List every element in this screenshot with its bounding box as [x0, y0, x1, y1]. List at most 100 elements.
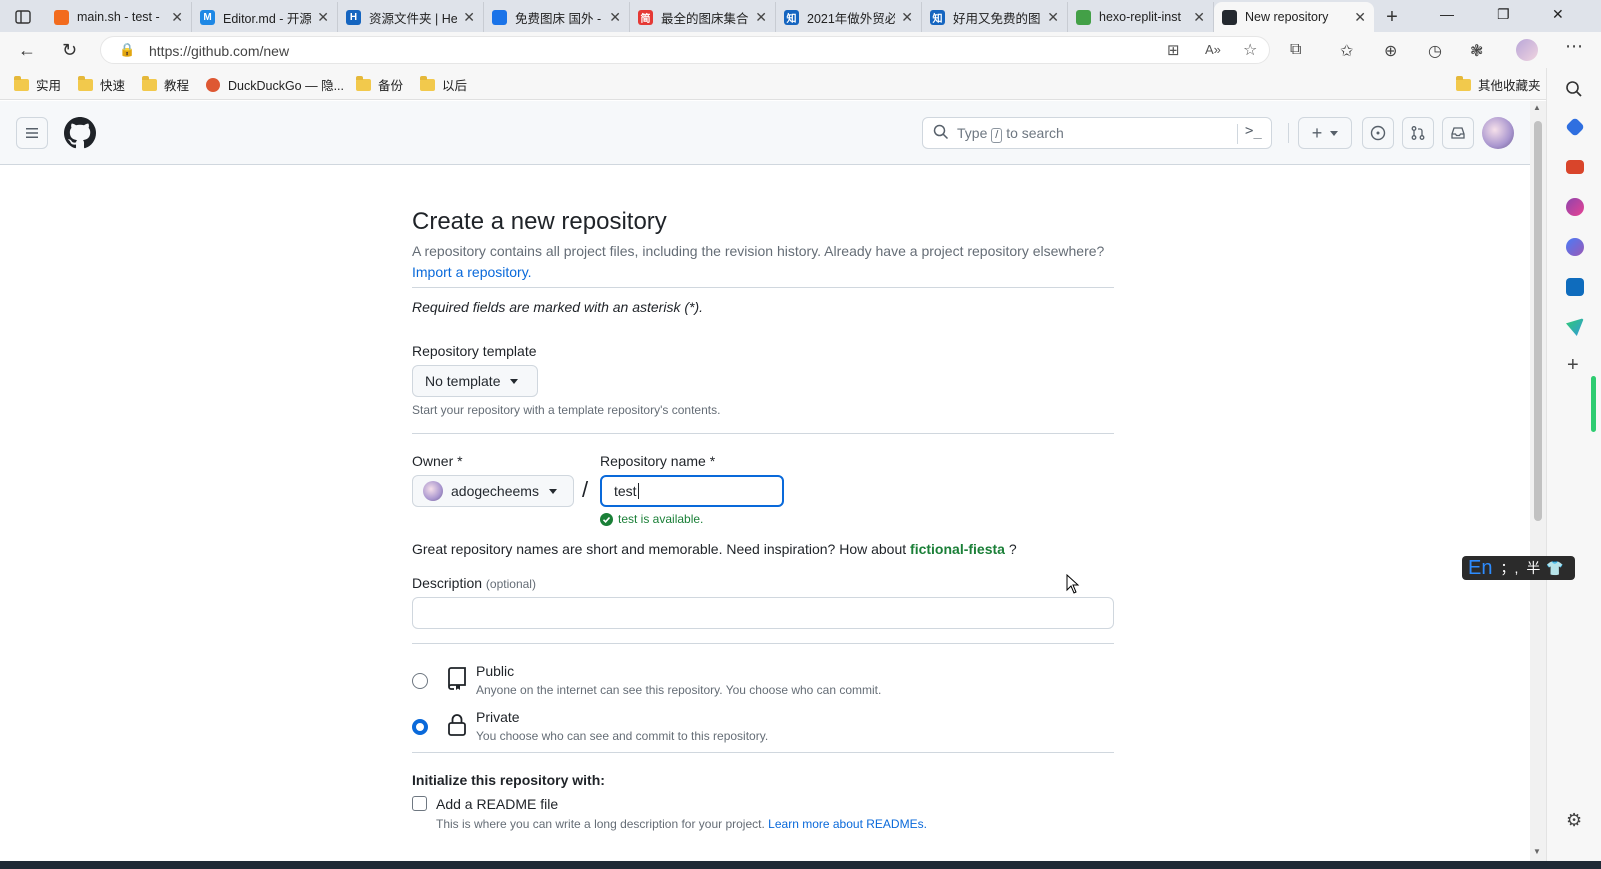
browser-tab[interactable]: 知 2021年做外贸必 ✕	[776, 2, 922, 32]
private-radio[interactable]	[412, 719, 428, 735]
bookmark-folder[interactable]: 以后	[420, 75, 467, 94]
owner-avatar	[423, 481, 443, 501]
repo-name-label: Repository name *	[600, 453, 716, 469]
tab-close-icon[interactable]: ✕	[901, 9, 913, 26]
tab-title: hexo-replit-inst	[1099, 10, 1181, 24]
close-window-button[interactable]: ✕	[1552, 6, 1564, 23]
owner-select[interactable]: adogecheems	[412, 475, 574, 507]
browser-tab[interactable]: 知好用又免费的图 ✕	[922, 2, 1068, 32]
folder-icon	[14, 75, 29, 91]
other-bookmarks-folder[interactable]: 其他收藏夹	[1456, 75, 1541, 94]
history-icon[interactable]: ◷	[1428, 41, 1442, 61]
scroll-down-arrow[interactable]: ▼	[1533, 847, 1541, 856]
user-avatar[interactable]	[1482, 117, 1514, 149]
browser-tab[interactable]: 简最全的图床集合 ✕	[630, 2, 776, 32]
tab-title: 最全的图床集合	[661, 11, 749, 26]
shopping-tag-icon[interactable]	[1565, 117, 1585, 137]
tools-briefcase-icon[interactable]	[1566, 160, 1584, 174]
tab-title: 2021年做外贸必	[807, 11, 896, 26]
favorite-star-icon[interactable]: ☆	[1243, 40, 1257, 60]
public-radio[interactable]	[412, 673, 428, 689]
tab-close-icon[interactable]: ✕	[171, 9, 183, 26]
search-key-badge: /	[991, 128, 1003, 143]
pull-requests-button[interactable]	[1402, 117, 1434, 149]
bookmark-folder[interactable]: 快速	[78, 75, 125, 94]
private-label: Private	[476, 709, 520, 725]
tab-actions-icon[interactable]	[0, 2, 46, 32]
search-icon[interactable]	[1565, 80, 1583, 103]
description-input[interactable]	[412, 597, 1114, 629]
tab-close-icon[interactable]: ✕	[1047, 9, 1059, 26]
read-aloud-icon[interactable]: A»	[1205, 42, 1221, 57]
tab-title: main.sh - test -	[77, 10, 160, 24]
public-label: Public	[476, 663, 515, 679]
command-palette-icon[interactable]: >_	[1245, 123, 1262, 139]
tab-close-icon[interactable]: ✕	[755, 9, 767, 26]
browser-tab[interactable]: main.sh - test - ✕	[46, 2, 192, 32]
tab-favicon-icon	[1222, 9, 1237, 25]
sidebar-settings-icon[interactable]: ⚙	[1566, 810, 1582, 831]
browser-tab[interactable]: New repository ✕	[1214, 2, 1374, 32]
create-new-button[interactable]: +	[1298, 117, 1352, 149]
browser-tab[interactable]: M Editor.md - 开源 ✕	[192, 2, 338, 32]
minimize-button[interactable]: —	[1440, 6, 1454, 22]
github-page: Type / to search >_ + Create a new repos…	[0, 101, 1530, 861]
tab-favicon-icon	[54, 9, 69, 25]
browser-tab[interactable]: 免费图床 国外 - ✕	[484, 2, 630, 32]
performance-icon[interactable]: ❃	[1470, 41, 1483, 61]
restore-button[interactable]: ❐	[1497, 6, 1510, 23]
tab-title: 资源文件夹 | He	[369, 11, 458, 26]
github-logo-icon[interactable]	[64, 117, 96, 149]
learn-readme-link[interactable]: Learn more about READMEs.	[768, 817, 927, 831]
mouse-cursor-icon	[1066, 574, 1080, 594]
scrollbar-thumb[interactable]	[1534, 121, 1542, 521]
games-icon[interactable]	[1566, 198, 1584, 216]
add-sidebar-icon[interactable]: +	[1567, 354, 1579, 377]
lock-icon: 🔒	[119, 42, 136, 57]
tab-close-icon[interactable]: ✕	[463, 9, 475, 26]
outlook-icon[interactable]	[1566, 278, 1584, 296]
page-scrollbar[interactable]: ▲ ▼	[1530, 101, 1546, 861]
extensions-icon[interactable]: ⧉	[1290, 41, 1301, 59]
readme-checkbox[interactable]	[412, 796, 427, 811]
suggested-name-link[interactable]: fictional-fiesta	[910, 541, 1005, 557]
send-icon[interactable]	[1566, 318, 1584, 336]
tab-close-icon[interactable]: ✕	[609, 9, 621, 26]
browser-tab[interactable]: H 资源文件夹 | He ✕	[338, 2, 484, 32]
address-toolbar: ← ↻ 🔒 https://github.com/new ⊞ A» ☆ ⧉ ✩ …	[0, 32, 1601, 68]
tab-close-icon[interactable]: ✕	[1354, 9, 1366, 26]
bookmark-folder[interactable]: 教程	[142, 75, 189, 94]
back-button[interactable]: ←	[18, 40, 36, 61]
ime-indicator[interactable]: En ；, 半 👕	[1462, 556, 1575, 580]
browser-tab[interactable]: hexo-replit-inst ✕	[1068, 2, 1214, 32]
copilot-icon[interactable]	[1566, 238, 1584, 256]
bookmark-link[interactable]: DuckDuckGo — 隐...	[206, 75, 344, 94]
tab-close-icon[interactable]: ✕	[1193, 9, 1205, 26]
repo-name-input[interactable]: test	[600, 475, 784, 507]
profile-avatar[interactable]	[1516, 39, 1538, 61]
settings-more-icon[interactable]: ⋯	[1565, 36, 1583, 57]
scroll-up-arrow[interactable]: ▲	[1533, 103, 1541, 112]
tab-close-icon[interactable]: ✕	[317, 9, 329, 26]
new-tab-button[interactable]: +	[1374, 2, 1410, 32]
readme-label: Add a README file	[436, 796, 559, 812]
import-repository-link[interactable]: Import a repository.	[412, 264, 532, 280]
favorites-icon[interactable]: ✩	[1340, 41, 1353, 61]
folder-icon	[1456, 75, 1471, 91]
inbox-button[interactable]	[1442, 117, 1474, 149]
page-title: Create a new repository	[412, 208, 667, 235]
repo-icon	[448, 667, 466, 690]
bookmark-folder[interactable]: 实用	[14, 75, 61, 94]
search-icon	[933, 124, 949, 143]
collections-icon[interactable]: ⊕	[1384, 41, 1397, 61]
address-bar[interactable]: 🔒 https://github.com/new ⊞ A» ☆	[100, 36, 1270, 64]
menu-button[interactable]	[16, 117, 48, 149]
divider	[412, 752, 1114, 753]
refresh-button[interactable]: ↻	[62, 40, 77, 61]
bookmark-folder[interactable]: 备份	[356, 75, 403, 94]
search-input[interactable]: Type / to search >_	[922, 117, 1272, 149]
search-placeholder: Type / to search	[957, 125, 1064, 143]
template-select[interactable]: No template	[412, 365, 538, 397]
app-available-icon[interactable]: ⊞	[1167, 41, 1180, 59]
issues-button[interactable]	[1362, 117, 1394, 149]
